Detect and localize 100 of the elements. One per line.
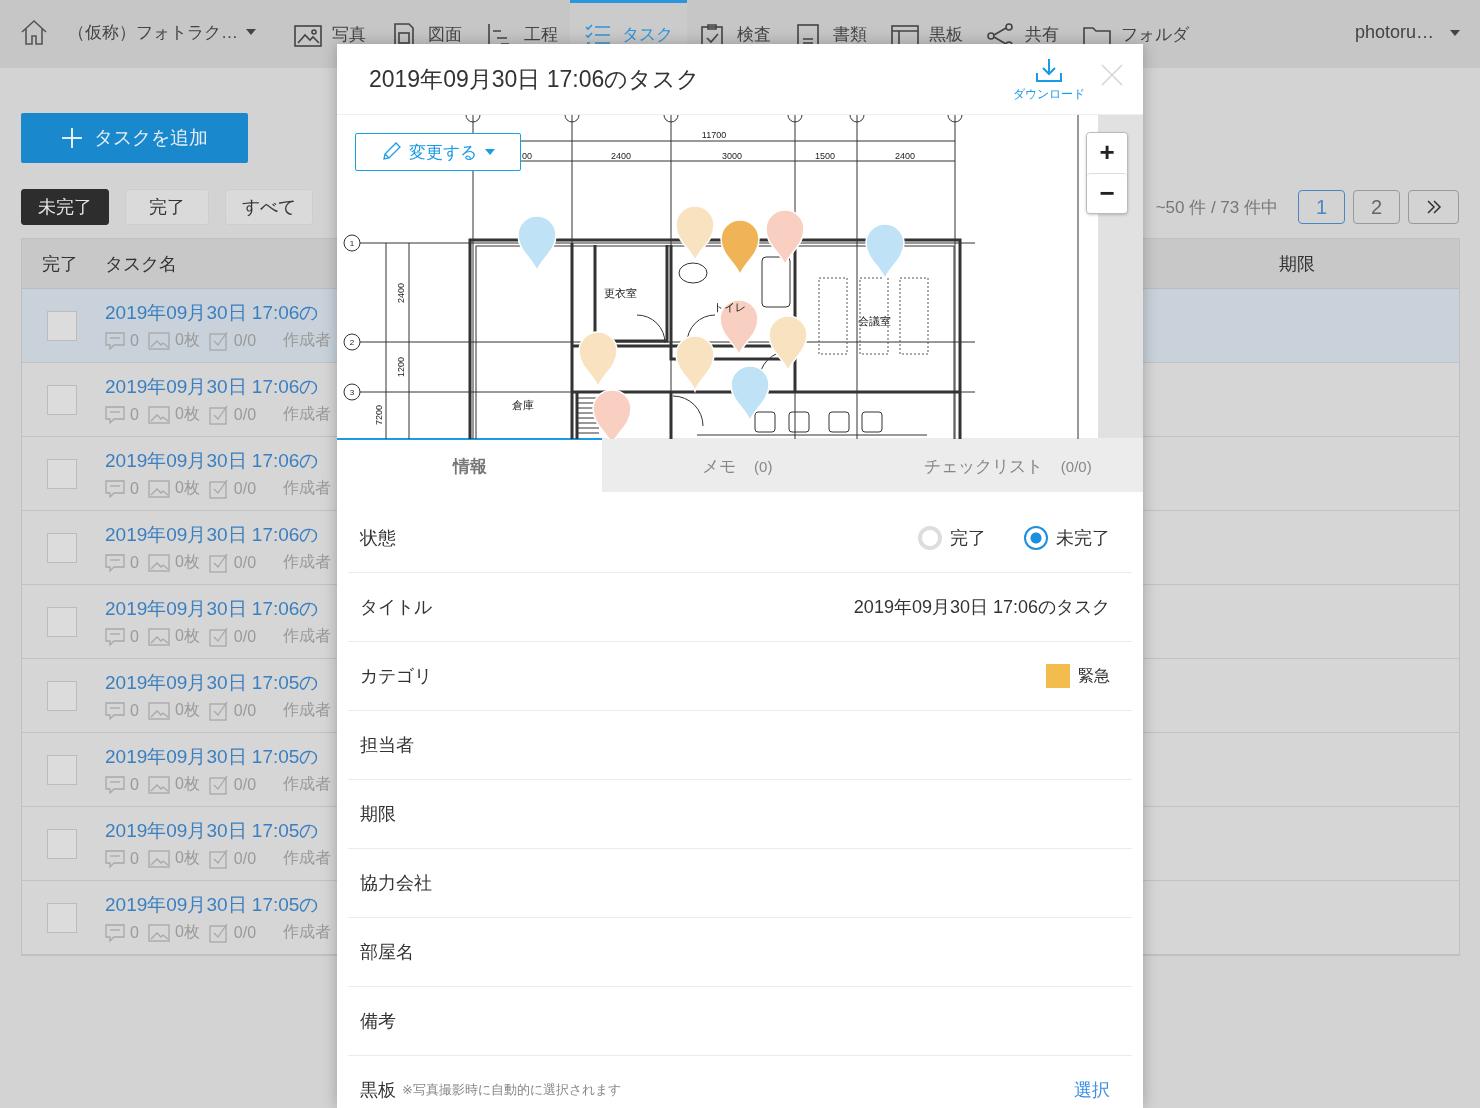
dimension-label: 2400 <box>396 283 406 303</box>
field-label: 担当者 <box>360 734 414 757</box>
checkbox[interactable] <box>47 458 77 489</box>
next-page-button[interactable] <box>1408 190 1459 224</box>
tab-label: メモ <box>702 455 737 478</box>
checklist-count: 0/0 <box>233 701 257 720</box>
comment-count: 0 <box>130 553 139 572</box>
filter-button[interactable]: すべて <box>225 189 313 225</box>
comment-count: 0 <box>130 775 139 794</box>
comment-icon <box>105 552 125 573</box>
checkbox-tick-icon <box>208 700 229 721</box>
creator-label: 作成者 <box>283 404 332 424</box>
checkbox[interactable] <box>47 828 77 859</box>
dimension-label: 00 <box>522 151 532 161</box>
room-label: 会議室 <box>857 315 891 327</box>
add-task-button[interactable]: タスクを追加 <box>21 113 248 163</box>
comment-count: 0 <box>130 405 139 424</box>
image-icon <box>147 849 170 868</box>
comment-icon <box>105 404 125 425</box>
home-icon[interactable] <box>20 18 48 46</box>
comment-icon <box>105 478 125 499</box>
image-icon <box>147 405 170 424</box>
zoom-out-button[interactable]: − <box>1087 172 1127 213</box>
checkbox-tick-icon <box>208 848 229 869</box>
project-selector[interactable]: （仮称）フォトラク… <box>68 18 256 46</box>
creator-label: 作成者 <box>283 700 332 720</box>
comment-icon <box>105 922 125 943</box>
dimension-label: 7200 <box>374 405 384 425</box>
comment-count: 0 <box>130 331 139 350</box>
grid-axis-label: 2 <box>349 338 355 347</box>
checklist-count: 0/0 <box>233 553 257 572</box>
dimension-label: 2400 <box>611 151 631 161</box>
checkbox[interactable] <box>47 680 77 711</box>
radio-button[interactable] <box>1024 526 1048 550</box>
checkbox-tick-icon <box>208 626 229 647</box>
checkbox-tick-icon <box>208 552 229 573</box>
checkbox[interactable] <box>47 606 77 637</box>
close-icon <box>1101 63 1123 86</box>
creator-label: 作成者 <box>283 626 332 646</box>
comment-count: 0 <box>130 701 139 720</box>
map-pin[interactable] <box>719 299 759 356</box>
option-label: 完了 <box>950 527 986 550</box>
radio-option[interactable]: 完了 <box>918 526 986 550</box>
comment-count: 0 <box>130 479 139 498</box>
plus-icon <box>61 128 82 148</box>
field-note: ※写真撮影時に自動的に選択されます <box>402 1081 621 1099</box>
room-label: トイレ <box>712 301 746 313</box>
field-value: 2019年09月30日 17:06のタスク <box>853 596 1110 619</box>
caret-icon <box>246 29 256 35</box>
comment-count: 0 <box>130 627 139 646</box>
select-link[interactable]: 選択 <box>1074 1078 1110 1102</box>
image-icon <box>147 331 170 350</box>
checkbox[interactable] <box>47 532 77 563</box>
creator-label: 作成者 <box>283 848 332 868</box>
map-pin[interactable] <box>675 335 715 392</box>
image-icon <box>147 775 170 794</box>
comment-icon <box>105 330 125 351</box>
filter-button[interactable]: 完了 <box>125 189 209 225</box>
dimension-label: 3000 <box>722 151 742 161</box>
comment-count: 0 <box>130 923 139 942</box>
filter-button[interactable]: 未完了 <box>21 189 109 225</box>
checkbox-tick-icon <box>208 774 229 795</box>
comment-count: 0 <box>130 849 139 868</box>
dimension-label: 2400 <box>895 151 915 161</box>
result-count: ~50 件 / 73 件中 <box>1155 196 1278 219</box>
field-value: 緊急 <box>1078 665 1110 686</box>
page-button[interactable]: 2 <box>1353 190 1400 224</box>
creator-label: 作成者 <box>283 774 332 794</box>
comment-icon <box>105 626 125 647</box>
map-pin[interactable] <box>768 315 808 372</box>
checkbox[interactable] <box>47 754 77 785</box>
field-label: 状態 <box>360 527 396 550</box>
field-label: カテゴリ <box>360 665 432 688</box>
checkbox[interactable] <box>47 902 77 933</box>
radio-option[interactable]: 未完了 <box>1024 526 1110 550</box>
user-menu[interactable]: photoru… <box>1354 22 1460 43</box>
tab-count: (0/0) <box>1060 457 1092 475</box>
dimension-label: 1500 <box>815 151 835 161</box>
room-label: 更衣室 <box>603 287 637 299</box>
option-label: 未完了 <box>1056 527 1110 550</box>
caret-icon <box>485 149 495 155</box>
dimension-label: 11700 <box>701 130 727 140</box>
zoom-in-button[interactable]: + <box>1087 133 1127 173</box>
caret-icon <box>1450 29 1460 36</box>
comment-icon <box>105 774 125 795</box>
tab-count: (0) <box>754 457 773 475</box>
grid-axis-label: 1 <box>349 239 355 248</box>
checkbox-tick-icon <box>208 404 229 425</box>
comment-icon <box>105 700 125 721</box>
tab[interactable]: 情報 <box>337 438 602 492</box>
checkbox-tick-icon <box>208 478 229 499</box>
column-header: 完了 <box>41 252 79 276</box>
checkbox[interactable] <box>47 310 77 341</box>
photo-count: 0枚 <box>174 478 200 498</box>
checkbox[interactable] <box>47 384 77 415</box>
checklist-count: 0/0 <box>233 331 257 350</box>
photo-count: 0枚 <box>174 552 200 572</box>
field-label: 期限 <box>360 803 396 826</box>
image-icon <box>147 479 170 498</box>
change-button[interactable]: 変更する <box>355 133 521 171</box>
